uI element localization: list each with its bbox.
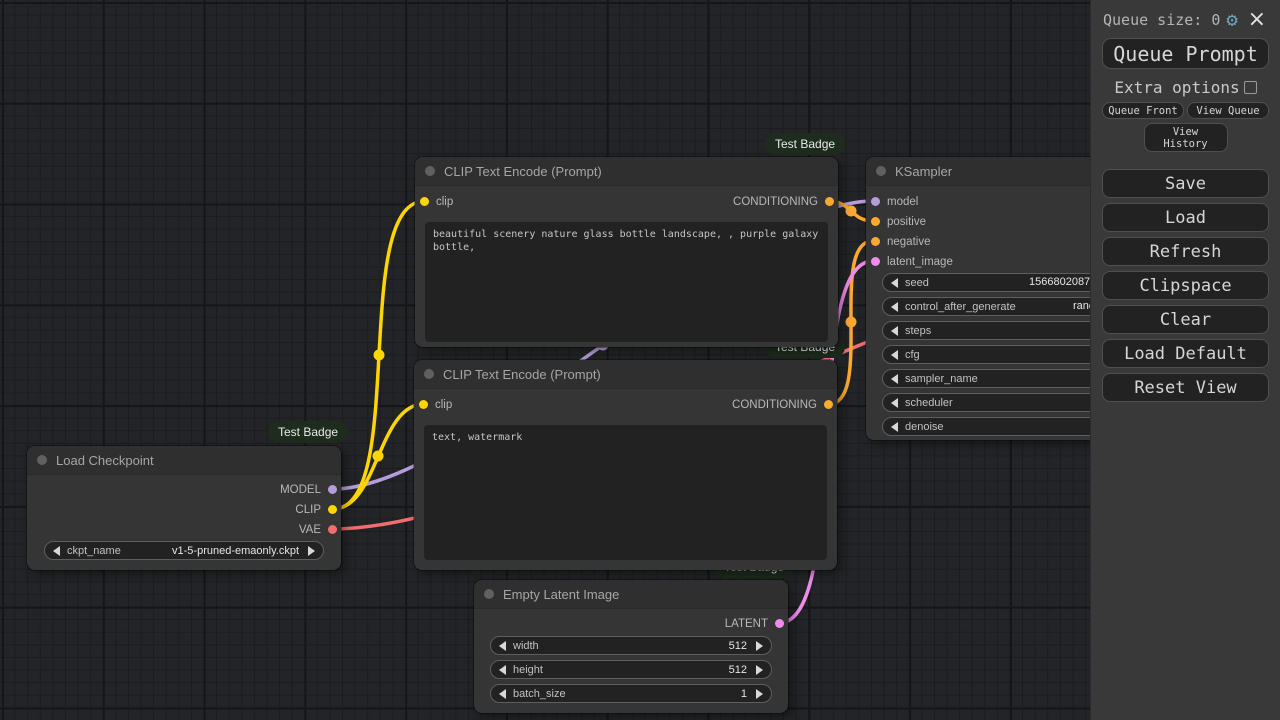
save-button[interactable]: Save xyxy=(1102,169,1269,198)
node-title-bar[interactable]: CLIP Text Encode (Prompt) xyxy=(414,360,837,389)
decrement-arrow-icon[interactable] xyxy=(891,373,898,384)
settings-gear-icon[interactable]: ⚙ xyxy=(1226,10,1237,30)
comfy-menu-panel: Queue size: 0 ⚙ × Queue Prompt Extra opt… xyxy=(1090,0,1280,720)
collapse-toggle-icon[interactable] xyxy=(425,166,435,176)
output-slot-clip[interactable]: CLIP xyxy=(295,504,337,516)
clip-slot-icon[interactable] xyxy=(328,505,337,514)
queue-front-button[interactable]: Queue Front xyxy=(1102,102,1184,119)
conditioning-slot-icon[interactable] xyxy=(871,237,880,246)
decrement-arrow-icon[interactable] xyxy=(891,277,898,288)
extra-options-label: Extra options xyxy=(1114,78,1240,97)
latent-slot-icon[interactable] xyxy=(871,257,880,266)
node-clip-text-encode-1[interactable]: CLIP Text Encode (Prompt) clip CONDITION… xyxy=(415,157,838,347)
refresh-button[interactable]: Refresh xyxy=(1102,237,1269,266)
ckpt-name-widget[interactable]: ckpt_name v1-5-pruned-emaonly.ckpt xyxy=(44,541,324,560)
decrement-arrow-icon[interactable] xyxy=(891,349,898,360)
decrement-arrow-icon[interactable] xyxy=(499,664,506,675)
decrement-arrow-icon[interactable] xyxy=(891,397,898,408)
model-slot-icon[interactable] xyxy=(871,197,880,206)
conditioning-slot-icon[interactable] xyxy=(825,197,834,206)
output-slot-conditioning[interactable]: CONDITIONING xyxy=(733,196,834,208)
node-title: Load Checkpoint xyxy=(56,452,154,468)
test-badge: Test Badge xyxy=(765,133,846,155)
decrement-arrow-icon[interactable] xyxy=(53,545,60,556)
decrement-arrow-icon[interactable] xyxy=(499,688,506,699)
decrement-arrow-icon[interactable] xyxy=(891,421,898,432)
negative-prompt-textarea[interactable]: text, watermark xyxy=(424,425,827,560)
clip-slot-icon[interactable] xyxy=(420,197,429,206)
collapse-toggle-icon[interactable] xyxy=(876,166,886,176)
load-button[interactable]: Load xyxy=(1102,203,1269,232)
output-slot-conditioning[interactable]: CONDITIONING xyxy=(732,399,833,411)
vae-slot-icon[interactable] xyxy=(328,525,337,534)
view-queue-button[interactable]: View Queue xyxy=(1187,102,1269,119)
collapse-toggle-icon[interactable] xyxy=(484,589,494,599)
reset-view-button[interactable]: Reset View xyxy=(1102,373,1269,402)
output-slot-latent[interactable]: LATENT xyxy=(725,618,784,630)
increment-arrow-icon[interactable] xyxy=(308,545,315,556)
decrement-arrow-icon[interactable] xyxy=(499,640,506,651)
output-slot-model[interactable]: MODEL xyxy=(280,484,337,496)
model-slot-icon[interactable] xyxy=(328,485,337,494)
conditioning-slot-icon[interactable] xyxy=(871,217,880,226)
node-title: KSampler xyxy=(895,163,953,179)
extra-options-row: Extra options xyxy=(1091,78,1280,97)
node-empty-latent-image[interactable]: Empty Latent Image LATENT width 512 heig… xyxy=(474,580,788,713)
clipspace-button[interactable]: Clipspace xyxy=(1102,271,1269,300)
input-slot-latent-image[interactable]: latent_image xyxy=(871,256,953,268)
node-graph-canvas[interactable]: Test Badge Test Badge Test Badge Test Ba… xyxy=(0,0,1280,720)
clip-slot-icon[interactable] xyxy=(419,400,428,409)
queue-prompt-button[interactable]: Queue Prompt xyxy=(1102,38,1269,69)
input-slot-negative[interactable]: negative xyxy=(871,236,930,248)
positive-prompt-textarea[interactable]: beautiful scenery nature glass bottle la… xyxy=(425,222,828,342)
node-clip-text-encode-2[interactable]: CLIP Text Encode (Prompt) clip CONDITION… xyxy=(414,360,837,570)
increment-arrow-icon[interactable] xyxy=(756,664,763,675)
height-widget[interactable]: height 512 xyxy=(490,660,772,679)
view-history-button[interactable]: View History xyxy=(1143,123,1228,152)
clear-button[interactable]: Clear xyxy=(1102,305,1269,334)
queue-size-label: Queue size: 0 xyxy=(1103,11,1221,29)
menu-header: Queue size: 0 ⚙ × xyxy=(1091,0,1280,31)
node-title-bar[interactable]: Empty Latent Image xyxy=(474,580,788,609)
close-icon[interactable]: × xyxy=(1248,9,1266,31)
input-slot-clip[interactable]: clip xyxy=(419,399,452,411)
input-slot-model[interactable]: model xyxy=(871,196,918,208)
input-slot-positive[interactable]: positive xyxy=(871,216,926,228)
node-title: CLIP Text Encode (Prompt) xyxy=(443,366,601,382)
increment-arrow-icon[interactable] xyxy=(756,688,763,699)
latent-slot-icon[interactable] xyxy=(775,619,784,628)
extra-options-checkbox[interactable] xyxy=(1243,81,1257,94)
decrement-arrow-icon[interactable] xyxy=(891,301,898,312)
node-load-checkpoint[interactable]: Load Checkpoint MODEL CLIP VAE ckpt_name… xyxy=(27,446,341,570)
batch-size-widget[interactable]: batch_size 1 xyxy=(490,684,772,703)
node-title: CLIP Text Encode (Prompt) xyxy=(444,163,602,179)
node-title: Empty Latent Image xyxy=(503,586,620,602)
load-default-button[interactable]: Load Default xyxy=(1102,339,1269,368)
width-widget[interactable]: width 512 xyxy=(490,636,772,655)
input-slot-clip[interactable]: clip xyxy=(420,196,453,208)
decrement-arrow-icon[interactable] xyxy=(891,325,898,336)
node-title-bar[interactable]: Load Checkpoint xyxy=(27,446,341,475)
collapse-toggle-icon[interactable] xyxy=(424,369,434,379)
conditioning-slot-icon[interactable] xyxy=(824,400,833,409)
test-badge: Test Badge xyxy=(268,421,349,443)
node-title-bar[interactable]: CLIP Text Encode (Prompt) xyxy=(415,157,838,186)
collapse-toggle-icon[interactable] xyxy=(37,455,47,465)
output-slot-vae[interactable]: VAE xyxy=(299,524,337,536)
increment-arrow-icon[interactable] xyxy=(756,640,763,651)
